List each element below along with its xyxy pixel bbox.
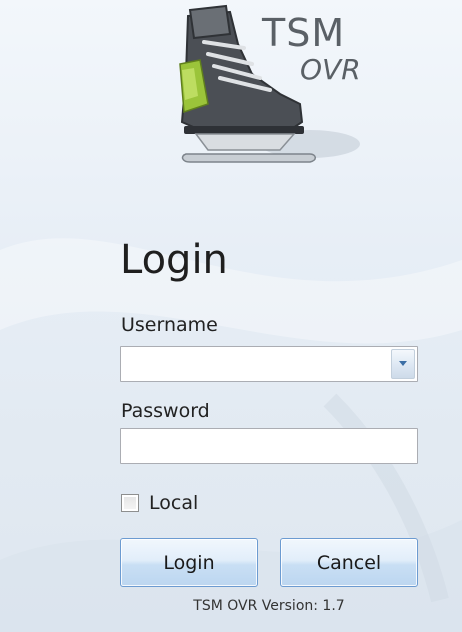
logo-text-tsm: TSM (262, 11, 346, 55)
username-combobox[interactable] (120, 346, 418, 382)
login-window: TSM OVR Login Username Password Local Lo… (0, 0, 462, 632)
password-field[interactable] (120, 428, 418, 464)
logo-text-ovr: OVR (300, 53, 361, 86)
password-input[interactable] (121, 429, 417, 463)
version-text: TSM OVR Version: 1.7 (193, 598, 345, 614)
password-label: Password (121, 400, 210, 422)
username-dropdown-button[interactable] (391, 349, 415, 379)
username-input[interactable] (121, 347, 389, 381)
local-checkbox[interactable] (121, 494, 139, 512)
login-button[interactable]: Login (120, 538, 258, 587)
username-label: Username (121, 314, 218, 336)
cancel-button[interactable]: Cancel (280, 538, 418, 587)
local-checkbox-label[interactable]: Local (149, 492, 198, 514)
local-checkbox-row[interactable]: Local (121, 490, 198, 516)
page-title: Login (120, 237, 228, 283)
chevron-down-icon (399, 361, 407, 366)
